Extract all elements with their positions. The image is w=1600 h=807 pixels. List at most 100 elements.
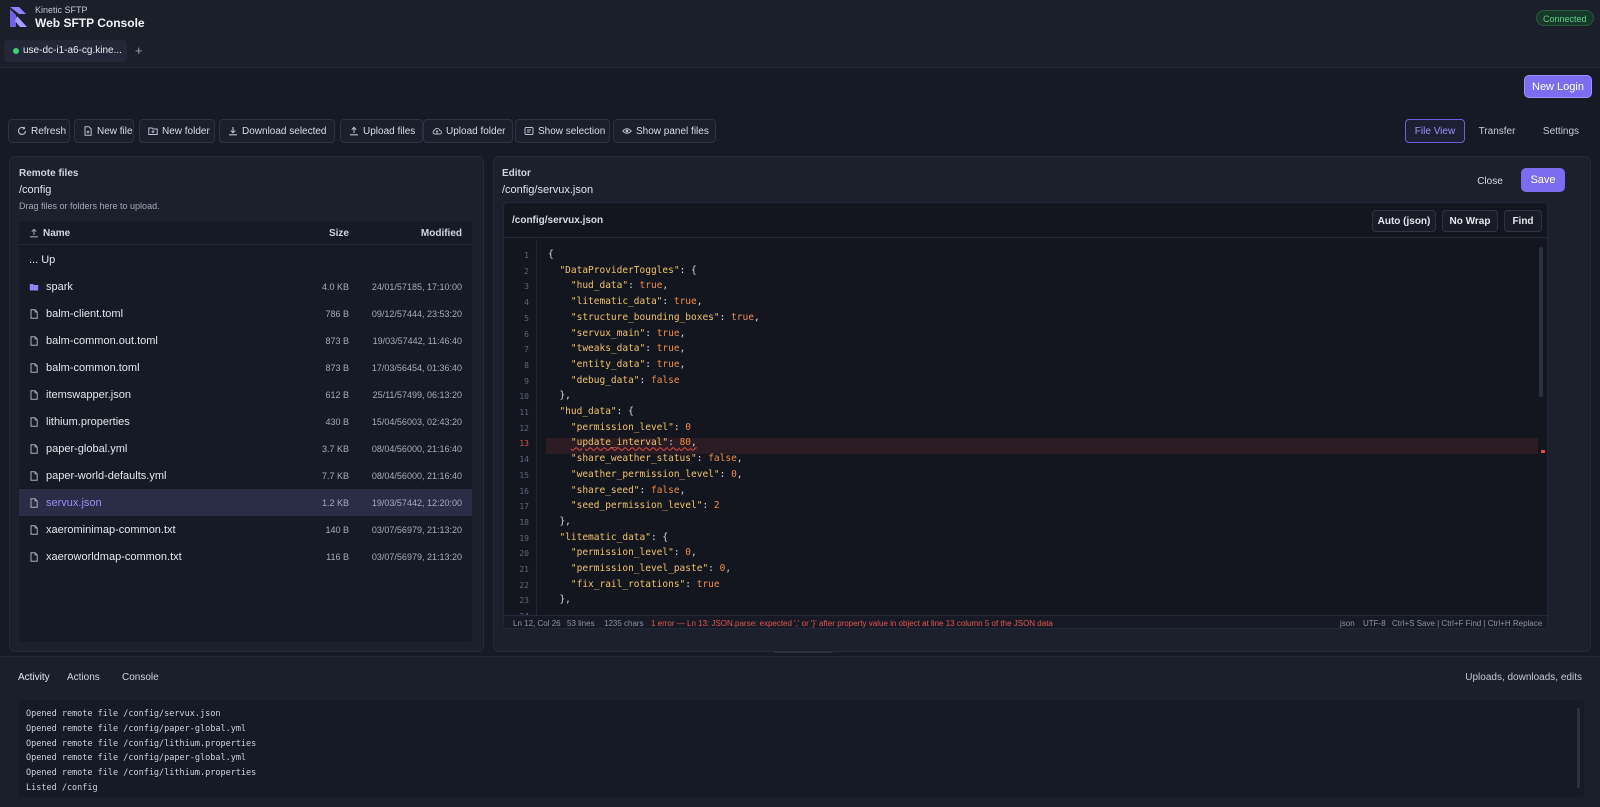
- code-line: "fix_rail_rotations": true: [570, 578, 720, 590]
- tab-activity[interactable]: Activity: [18, 672, 50, 683]
- file-modified: 25/11/57499, 06:13:20: [372, 390, 462, 400]
- code-line: "structure_bounding_boxes": true,: [570, 311, 760, 323]
- tab-settings[interactable]: Settings: [1530, 119, 1592, 143]
- new-file-button[interactable]: New file: [74, 119, 134, 143]
- code-line: "debug_data": false: [570, 374, 680, 386]
- download-selected-label: Download selected: [242, 125, 327, 137]
- line-number: 19: [519, 533, 529, 543]
- encoding-label: UTF-8: [1363, 619, 1386, 628]
- error-marker: [1541, 450, 1545, 453]
- file-row[interactable]: paper-world-defaults.yml 7.7 KB 08/04/5600…: [19, 462, 472, 489]
- refresh-icon: [18, 126, 27, 135]
- code-line: "permission_level": 0,: [570, 547, 697, 559]
- code-line: },: [548, 515, 571, 527]
- file-row[interactable]: itemswapper.json 612 B 25/11/57499, 06:13:…: [19, 381, 472, 408]
- close-editor-button[interactable]: Close: [1469, 170, 1511, 192]
- editor-file-label: /config/servux.json: [512, 215, 604, 226]
- refresh-button[interactable]: Refresh: [8, 119, 70, 143]
- line-number: 23: [519, 596, 529, 606]
- file-icon: [30, 498, 38, 508]
- file-modified: 08/04/56000, 21:16:40: [371, 444, 462, 454]
- save-button[interactable]: Save: [1521, 168, 1565, 192]
- session-tab-label: use-dc-i1-a6-cg.kine...: [23, 45, 122, 56]
- resize-handle[interactable]: [773, 651, 833, 653]
- cloud-upload-icon: [432, 128, 442, 135]
- column-size[interactable]: Size: [329, 228, 349, 239]
- upload-files-button[interactable]: Upload files: [340, 119, 423, 143]
- file-name: balm-common.out.toml: [46, 335, 158, 347]
- file-row[interactable]: lithium.properties 430 B 15/04/56003, 02:4…: [19, 408, 472, 435]
- error-message: 1 error — Ln 13: JSON.parse: expected ',…: [651, 619, 1053, 628]
- log-entry: Opened remote file /config/paper-global.…: [26, 753, 247, 764]
- up-label: ... Up: [29, 254, 56, 266]
- code-area[interactable]: { "DataProviderToggles": { "hud_data": t…: [538, 239, 1538, 616]
- new-login-button[interactable]: New Login: [1524, 75, 1592, 98]
- show-panel-files-button[interactable]: Show panel files: [613, 119, 716, 143]
- remote-files-title: Remote files: [19, 168, 79, 179]
- file-modified: 09/12/57444, 23:53:20: [371, 309, 462, 319]
- folder-icon: [29, 284, 39, 291]
- file-name: balm-client.toml: [46, 308, 124, 320]
- log-entry: Listed /config: [26, 783, 98, 793]
- file-row[interactable]: servux.json 1.2 KB 19/03/57442, 12:20:00: [19, 489, 472, 516]
- file-modified: 03/07/56979, 21:13:20: [371, 552, 462, 562]
- activity-log: Opened remote file /config/servux.json Op…: [18, 700, 1584, 797]
- file-modified: 19/03/57442, 11:46:40: [372, 336, 462, 346]
- line-number: 3: [524, 282, 529, 292]
- tab-transfer[interactable]: Transfer: [1467, 119, 1527, 143]
- sort-upload-icon: [30, 228, 38, 238]
- code-line: "litematic_data": true,: [570, 296, 703, 308]
- file-row[interactable]: balm-client.toml 786 B 09/12/57444, 23:53:…: [19, 300, 472, 327]
- file-row[interactable]: xaeroworldmap-common.txt 116 B 03/07/56979…: [19, 543, 472, 570]
- no-wrap-button[interactable]: No Wrap: [1442, 210, 1498, 232]
- column-name[interactable]: Name: [43, 228, 70, 239]
- editor-title: Editor: [502, 168, 531, 179]
- code-line: "hud_data": {: [559, 406, 634, 417]
- download-icon: [229, 127, 237, 136]
- file-size: 140 B: [325, 525, 349, 535]
- language-mode-button[interactable]: Auto (json): [1372, 210, 1436, 232]
- app-title: Web SFTP Console: [35, 16, 145, 30]
- eye-icon: [622, 128, 632, 134]
- tab-console[interactable]: Console: [122, 672, 159, 683]
- file-icon: [30, 552, 38, 562]
- upload-folder-button[interactable]: Upload folder: [423, 119, 513, 143]
- file-modified: 24/01/57185, 17:10:00: [371, 282, 462, 292]
- find-button[interactable]: Find: [1504, 210, 1542, 232]
- upload-files-label: Upload files: [363, 125, 416, 137]
- show-selection-button[interactable]: Show selection: [515, 119, 610, 143]
- file-name: paper-global.yml: [46, 443, 128, 455]
- editor-scrollbar[interactable]: [1539, 247, 1543, 397]
- file-size: 4.0 KB: [321, 282, 349, 292]
- line-number: 12: [519, 423, 529, 433]
- code-line: "share_seed": false,: [570, 484, 686, 496]
- up-directory-row[interactable]: ... Up: [19, 246, 472, 273]
- line-number: 14: [519, 455, 529, 465]
- column-modified[interactable]: Modified: [421, 228, 462, 239]
- line-number: 22: [519, 580, 529, 590]
- add-tab-button[interactable]: +: [135, 43, 143, 58]
- file-row[interactable]: spark 4.0 KB 24/01/57185, 17:10:00: [19, 273, 472, 300]
- editor-toolbar: /config/servux.json Auto (json) No Wrap …: [504, 203, 1547, 238]
- tab-file-view[interactable]: File View: [1405, 119, 1465, 143]
- file-size: 116 B: [326, 552, 349, 562]
- file-plus-icon: [84, 126, 92, 136]
- file-size: 612 B: [325, 390, 349, 400]
- file-size: 873 B: [325, 363, 349, 373]
- log-scrollbar[interactable]: [1577, 708, 1580, 788]
- file-row[interactable]: paper-global.yml 3.7 KB 08/04/56000, 21:16…: [19, 435, 472, 462]
- file-row[interactable]: xaerominimap-common.txt 140 B 03/07/56979,…: [19, 516, 472, 543]
- file-size: 7.7 KB: [321, 471, 349, 481]
- tab-actions[interactable]: Actions: [67, 672, 100, 683]
- language-label: json: [1340, 619, 1355, 628]
- file-row[interactable]: balm-common.out.toml 873 B 19/03/57442, 11…: [19, 327, 472, 354]
- session-tab[interactable]: use-dc-i1-a6-cg.kine...: [4, 40, 127, 62]
- line-number-gutter: 1234567891011121314151617181920212223242…: [504, 239, 537, 616]
- file-name: paper-world-defaults.yml: [46, 470, 167, 482]
- new-folder-button[interactable]: New folder: [139, 119, 215, 143]
- code-line: "litematic_data": {: [559, 531, 669, 543]
- file-name: servux.json: [46, 497, 102, 509]
- file-row[interactable]: balm-common.toml 873 B 17/03/56454, 01:36:…: [19, 354, 472, 381]
- download-selected-button[interactable]: Download selected: [219, 119, 335, 143]
- code-line: "tweaks_data": true,: [570, 343, 686, 355]
